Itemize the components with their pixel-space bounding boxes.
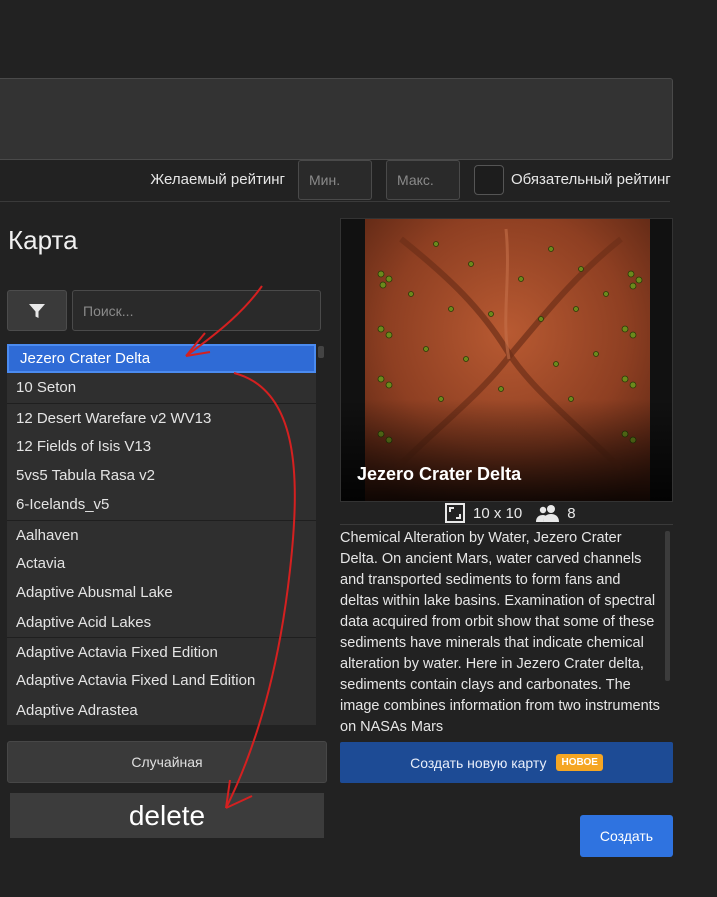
desired-rating-label: Желаемый рейтинг xyxy=(150,171,285,188)
filter-icon xyxy=(29,303,45,318)
map-preview-image xyxy=(341,219,672,501)
required-rating-label: Обязательный рейтинг xyxy=(511,171,671,188)
description-textarea[interactable] xyxy=(0,78,673,160)
rating-max-input[interactable] xyxy=(386,160,460,200)
map-size-value: 10 x 10 xyxy=(473,504,523,522)
new-badge: НОВОЕ xyxy=(556,754,603,771)
map-description: Chemical Alteration by Water, Jezero Cra… xyxy=(340,530,660,735)
map-list-item[interactable]: Adaptive Actavia Fixed Land Edition xyxy=(7,666,316,696)
map-list-item[interactable]: Adaptive Actavia Fixed Edition xyxy=(7,636,316,667)
map-list-item[interactable]: Adaptive Acid Lakes xyxy=(7,607,316,637)
map-search-input[interactable] xyxy=(72,290,321,331)
rating-min-input[interactable] xyxy=(298,160,372,200)
divider xyxy=(340,524,673,525)
random-map-button[interactable]: Случайная xyxy=(7,741,327,783)
create-new-map-button[interactable]: Создать новую карту НОВОЕ xyxy=(340,742,673,783)
filter-button[interactable] xyxy=(7,290,67,331)
map-list-item[interactable]: 12 Desert Warefare v2 WV13 xyxy=(7,402,316,432)
required-rating-checkbox[interactable] xyxy=(474,165,504,195)
map-list-item[interactable]: Actavia xyxy=(7,549,316,579)
map-list-scrollbar[interactable] xyxy=(318,346,324,358)
players-icon xyxy=(536,505,560,522)
divider xyxy=(0,201,670,202)
map-meta: 10 x 10 8 xyxy=(444,503,590,523)
map-list-item[interactable]: Jezero Crater Delta xyxy=(7,344,316,374)
map-list-item[interactable]: 5vs5 Tabula Rasa v2 xyxy=(7,461,316,491)
map-size-icon xyxy=(445,503,465,523)
map-list-item[interactable]: Aalhaven xyxy=(7,519,316,550)
map-list-item[interactable]: 10 Seton xyxy=(7,373,316,403)
delete-button[interactable]: delete xyxy=(10,793,324,838)
map-list-item[interactable]: 12 Fields of Isis V13 xyxy=(7,431,316,462)
map-list[interactable]: Jezero Crater Delta 10 Seton 12 Desert W… xyxy=(7,344,316,730)
preview-map-title: Jezero Crater Delta xyxy=(357,464,522,484)
map-section-title: Карта xyxy=(8,225,78,255)
players-count: 8 xyxy=(567,504,576,522)
map-list-item[interactable]: Adaptive Abusmal Lake xyxy=(7,578,316,608)
create-new-map-label: Создать новую карту xyxy=(410,754,547,771)
map-list-item[interactable]: Adaptive Adrastea xyxy=(7,695,316,725)
create-button[interactable]: Создать xyxy=(580,815,673,857)
map-preview xyxy=(340,218,673,502)
description-scrollbar[interactable] xyxy=(665,531,670,681)
map-list-item[interactable]: 6-Icelands_v5 xyxy=(7,490,316,520)
